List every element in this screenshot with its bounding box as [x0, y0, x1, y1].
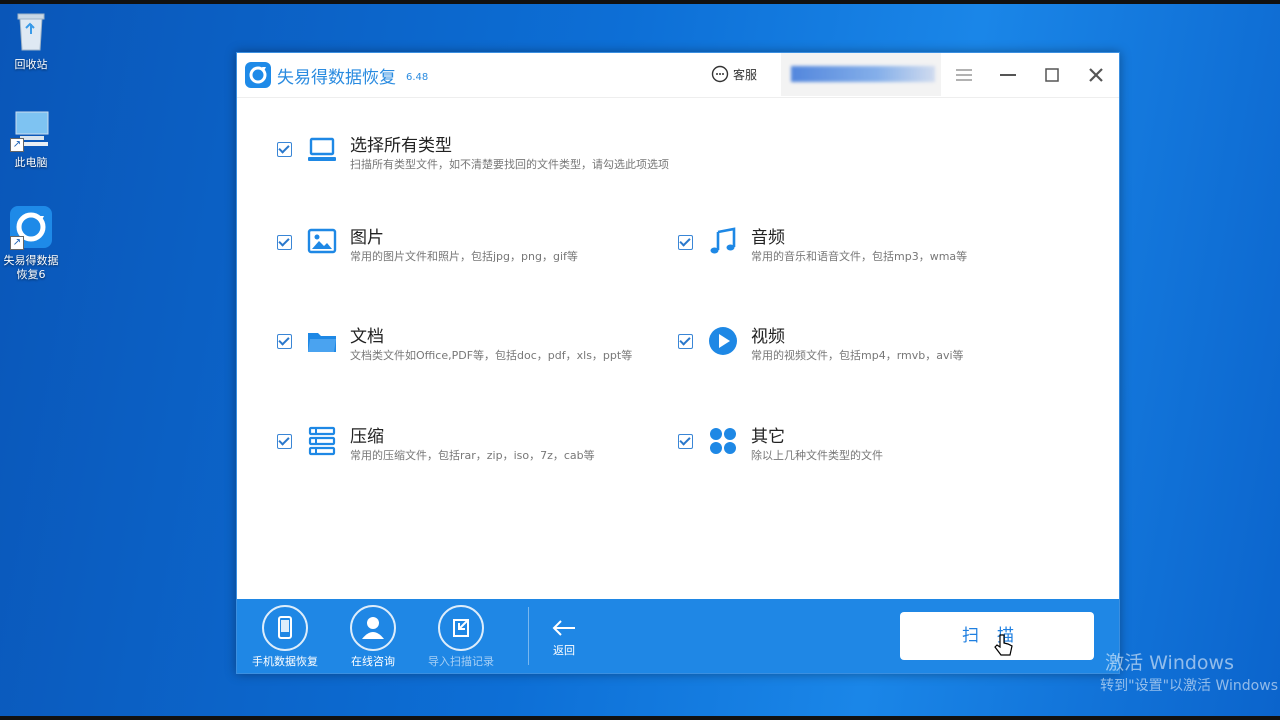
- chat-icon: [711, 65, 729, 83]
- images-desc: 常用的图片文件和照片，包括jpg，png，gif等: [350, 250, 578, 263]
- menu-button[interactable]: [953, 64, 975, 86]
- phone-icon: [262, 605, 308, 651]
- app-desktop-shortcut[interactable]: ↗ 失易得数据恢复6: [0, 204, 62, 282]
- app-logo-icon: [245, 62, 271, 88]
- online-consult-label: 在线咨询: [351, 655, 395, 668]
- customer-service-label: 客服: [733, 67, 758, 82]
- archive-desc: 常用的压缩文件，包括rar，zip，iso，7z，cab等: [350, 449, 595, 462]
- other-title: 其它: [751, 427, 785, 447]
- video-desc: 常用的视频文件，包括mp4，rmvb，avi等: [751, 349, 964, 362]
- documents-title: 文档: [350, 327, 384, 347]
- close-icon: [1089, 68, 1103, 82]
- user-icon: [350, 605, 396, 651]
- laptop-icon: [306, 134, 338, 166]
- image-icon: [306, 225, 338, 257]
- archive-checkbox[interactable]: [277, 434, 292, 449]
- activation-watermark-title: 激活 Windows: [1105, 652, 1234, 674]
- arrow-left-icon: [552, 620, 575, 636]
- redacted-account: [791, 66, 935, 82]
- hand-cursor-icon: [994, 634, 1013, 656]
- customer-service-button[interactable]: 客服: [711, 65, 757, 83]
- grid-dots-icon: [707, 425, 739, 457]
- folder-icon: [306, 325, 338, 357]
- screen-frame-top: [0, 0, 1280, 4]
- video-title: 视频: [751, 327, 785, 347]
- documents-checkbox[interactable]: [277, 334, 292, 349]
- recycle-bin-desktop-icon[interactable]: 回收站: [0, 8, 62, 72]
- maximize-button[interactable]: [1041, 64, 1063, 86]
- import-scan-record-button[interactable]: 导入扫描记录: [421, 605, 501, 669]
- shortcut-arrow-icon: ↗: [10, 138, 24, 152]
- video-checkbox[interactable]: [678, 334, 693, 349]
- close-button[interactable]: [1085, 64, 1107, 86]
- maximize-icon: [1045, 68, 1059, 82]
- select-all-title: 选择所有类型: [350, 136, 452, 156]
- other-checkbox[interactable]: [678, 434, 693, 449]
- import-icon: [438, 605, 484, 651]
- recycle-bin-icon: [8, 8, 54, 54]
- account-area[interactable]: [781, 53, 941, 96]
- archive-title: 压缩: [350, 427, 384, 447]
- app-recovery-icon: ↗: [8, 204, 54, 250]
- minimize-button[interactable]: [997, 64, 1019, 86]
- documents-desc: 文档类文件如Office,PDF等，包括doc，pdf，xls，ppt等: [350, 349, 633, 362]
- audio-checkbox[interactable]: [678, 235, 693, 250]
- play-circle-icon: [707, 325, 739, 357]
- app-version: 6.48: [406, 72, 429, 83]
- archive-stack-icon: [306, 425, 338, 457]
- activation-watermark-subtitle: 转到"设置"以激活 Windows: [1100, 678, 1278, 694]
- screen-frame-bottom: [0, 716, 1280, 720]
- shortcut-arrow-icon: ↗: [10, 236, 24, 250]
- select-all-checkbox[interactable]: [277, 142, 292, 157]
- hamburger-icon: [956, 69, 972, 81]
- bottom-toolbar: 手机数据恢复 在线咨询 导入扫描记录 返回 扫描: [237, 599, 1119, 673]
- music-note-icon: [707, 225, 739, 257]
- other-desc: 除以上几种文件类型的文件: [751, 449, 883, 462]
- images-checkbox[interactable]: [277, 235, 292, 250]
- images-title: 图片: [350, 228, 384, 248]
- minimize-icon: [1000, 74, 1016, 76]
- select-all-desc: 扫描所有类型文件，如不清楚要找回的文件类型，请勾选此项选项: [350, 158, 669, 171]
- app-shortcut-label: 失易得数据恢复6: [3, 254, 59, 281]
- toolbar-divider: [528, 607, 529, 665]
- this-pc-desktop-icon[interactable]: ↗ 此电脑: [0, 106, 62, 170]
- audio-desc: 常用的音乐和语音文件，包括mp3，wma等: [751, 250, 968, 263]
- title-bar[interactable]: 失易得数据恢复 6.48 客服: [237, 53, 1119, 98]
- phone-recovery-button[interactable]: 手机数据恢复: [245, 605, 325, 669]
- this-pc-label: 此电脑: [14, 156, 48, 169]
- audio-title: 音频: [751, 228, 785, 248]
- back-label: 返回: [553, 644, 575, 657]
- computer-icon: ↗: [8, 106, 54, 152]
- phone-recovery-label: 手机数据恢复: [252, 655, 318, 668]
- back-button[interactable]: 返回: [549, 617, 579, 658]
- online-consult-button[interactable]: 在线咨询: [333, 605, 413, 669]
- recycle-bin-label: 回收站: [14, 58, 48, 71]
- app-window: 失易得数据恢复 6.48 客服 选择所有类型 扫描所有类型文件，如不清楚要找回的…: [236, 52, 1120, 674]
- import-scan-record-label: 导入扫描记录: [428, 655, 494, 668]
- app-title: 失易得数据恢复: [277, 68, 396, 88]
